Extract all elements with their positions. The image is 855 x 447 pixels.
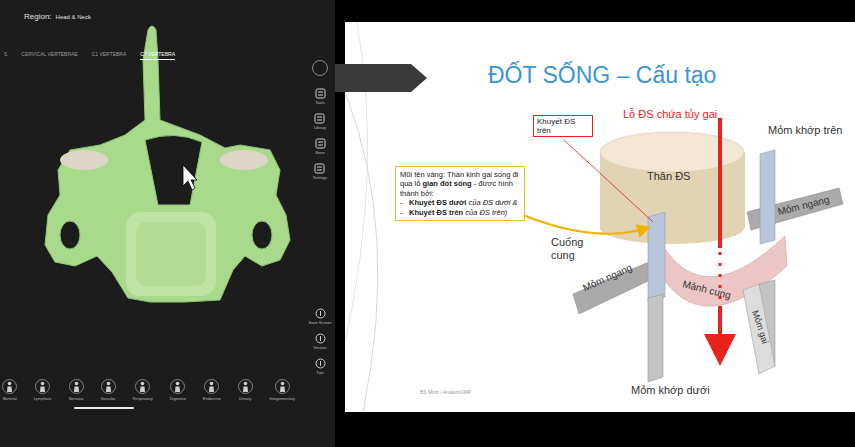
person-icon [35,379,50,394]
tool-icon [314,113,325,124]
system-button[interactable]: Vascular [100,379,115,401]
tool-icon [315,358,326,369]
scrollbar-thumb[interactable] [74,407,134,409]
arrow-icon [335,64,427,92]
tool-icon [315,138,326,149]
person-icon [170,379,185,394]
viewer-body: Tools Library Store Settings Save Screen… [0,60,335,375]
scrollbar[interactable] [0,407,335,409]
tool-icon [315,333,326,344]
tool-button[interactable]: Store [315,138,326,155]
person-icon [69,379,84,394]
system-button[interactable]: Skeletal [2,379,17,401]
tab[interactable]: CERVICAL VERTEBRAE [21,51,77,60]
person-icon [2,379,17,394]
region-value[interactable]: Head & Neck [56,14,91,20]
region-bar: Region: Head & Neck [0,0,335,21]
tool-icon [315,308,326,319]
person-icon [135,379,150,394]
system-button[interactable]: Endocrine [203,379,221,401]
diagram-label: Lỗ ĐS chứa tủy gai [623,108,717,120]
diagram-label: Mỏm khớp trên [768,124,842,136]
person-icon [101,379,116,394]
tab[interactable]: S [4,51,7,60]
screen-share: Region: Head & Neck S CERVICAL VERTEBRAE C… [0,0,855,447]
region-label: Region: [24,12,52,21]
tool-button[interactable]: Library [314,113,326,130]
slide-area: ĐỐT SỐNG – Cấu tạo Mũi tên vàng: Thần ki… [345,0,855,447]
callout-box: Mũi tên vàng: Thần kinh gai sống đi qua … [395,166,525,221]
person-icon [275,379,290,394]
slide-footer: BS Minh / AnatomUMP [420,389,471,395]
system-button[interactable]: Respiratory [132,379,152,401]
diagram-label: Mỏm khớp dưới [631,384,710,396]
diagram-label: Cuống cung [551,236,591,262]
tool-button[interactable]: Save Screen [309,308,332,325]
systems-bar: Skeletal Lymphatic Nervous Vascular Resp… [0,375,335,403]
tool-icon [315,88,326,99]
tool-icon [314,163,325,174]
tool-button[interactable]: Tools [315,88,326,105]
system-button[interactable]: Integumentary [269,379,295,401]
tab[interactable]: C1 VERTEBRA [92,51,127,60]
side-toolbar: Tools Library Store Settings Save Screen… [307,60,335,375]
person-icon [238,379,253,394]
diagram-label: Khuyết ĐS trên [533,115,593,137]
tool-button[interactable]: Version [313,333,326,350]
anatomy-viewer: Region: Head & Neck S CERVICAL VERTEBRAE C… [0,0,335,447]
home-icon[interactable] [312,60,328,76]
system-button[interactable]: Lymphatic [34,379,52,401]
cursor-icon [183,165,197,190]
tab-bar: S CERVICAL VERTEBRAE C1 VERTEBRA C7 VERTEBR… [0,21,335,60]
system-button[interactable]: Nervous [69,379,84,401]
callout-item: -Khuyết ĐS dưới của ĐS dưới & [400,198,520,207]
diagram-label: Thân ĐS [647,170,690,182]
system-button[interactable]: Urinary [238,379,253,401]
tool-button[interactable]: Tips [315,358,326,375]
callout-item: -Khuyết ĐS trên của ĐS trên) [400,208,520,217]
person-icon [204,379,219,394]
system-button[interactable]: Digestive [170,379,186,401]
tab[interactable]: C7 VERTEBRA [140,51,175,60]
tool-button[interactable]: Settings [313,163,327,180]
